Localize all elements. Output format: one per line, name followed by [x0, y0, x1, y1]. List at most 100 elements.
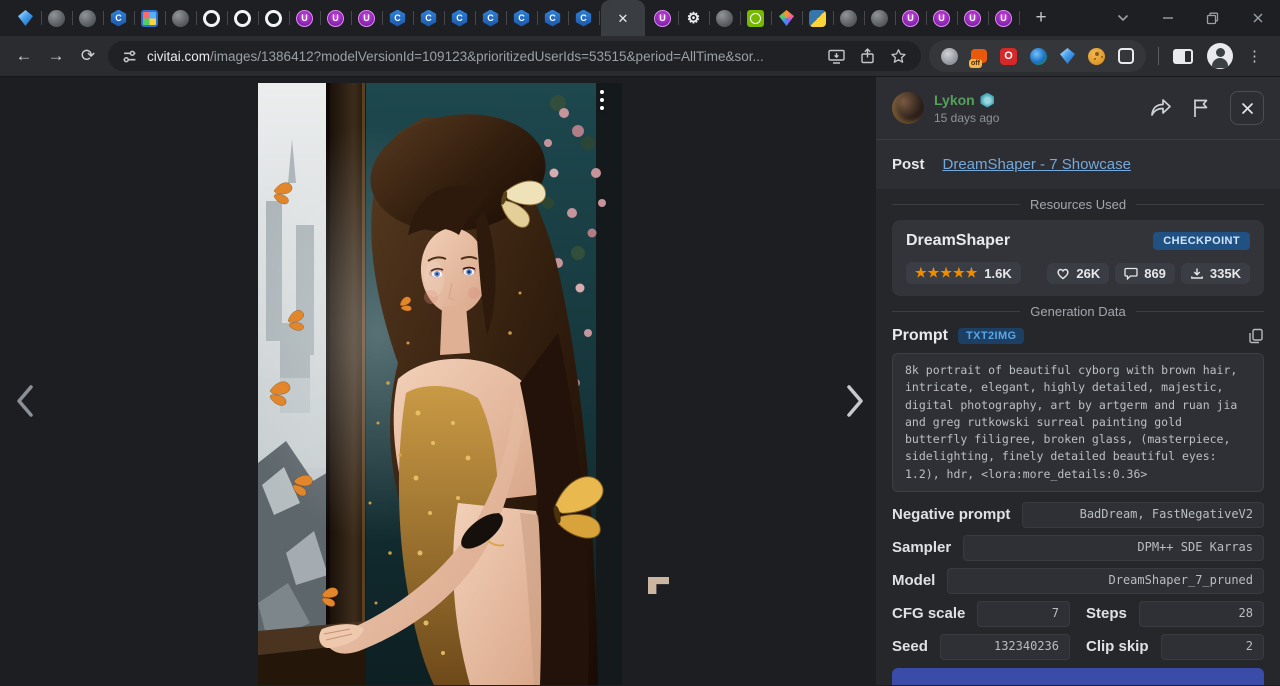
tab-close-icon[interactable]: ✕	[618, 12, 629, 25]
tab-active[interactable]: ✕	[601, 0, 645, 36]
globe-icon	[172, 10, 189, 27]
tab-civitai[interactable]: C	[475, 0, 506, 36]
hearts-pill[interactable]: 26K	[1047, 263, 1109, 284]
pinned-tabs-right: U⚙UUUU	[647, 0, 1019, 36]
author-name[interactable]: Lykon	[934, 92, 975, 110]
post-label: Post	[892, 156, 925, 173]
image-options-menu[interactable]	[593, 87, 611, 113]
maximize-button[interactable]	[1190, 0, 1235, 36]
resource-title[interactable]: DreamShaper	[906, 232, 1010, 250]
side-panel-icon[interactable]	[1173, 49, 1193, 64]
tab-u-badge[interactable]: U	[957, 0, 988, 36]
new-tab-button[interactable]: +	[1027, 4, 1055, 32]
tab-civitai[interactable]: C	[506, 0, 537, 36]
extension-ext-cookie[interactable]	[1088, 48, 1105, 65]
tab-gem-multi[interactable]	[771, 0, 802, 36]
panel-bottom-button[interactable]	[892, 668, 1264, 685]
previous-image-button[interactable]	[10, 381, 40, 421]
tab-search-chevron-icon[interactable]	[1100, 0, 1145, 36]
copy-icon[interactable]	[1248, 328, 1264, 344]
u-badge-icon: U	[358, 10, 375, 27]
tab-globe[interactable]	[41, 0, 72, 36]
tab-gear[interactable]: ⚙	[678, 0, 709, 36]
tab-github[interactable]	[196, 0, 227, 36]
ext-frame-icon	[1118, 48, 1134, 64]
globe-icon	[840, 10, 857, 27]
author-avatar[interactable]	[892, 92, 924, 124]
tab-u-badge[interactable]: U	[289, 0, 320, 36]
heart-icon	[1056, 267, 1070, 280]
page-content: " Lykon 15 days ago	[0, 77, 1280, 685]
post-link[interactable]: DreamShaper - 7 Showcase	[943, 156, 1131, 173]
globe-icon	[48, 10, 65, 27]
profile-avatar[interactable]	[1207, 43, 1233, 69]
close-panel-button[interactable]	[1230, 91, 1264, 125]
store-icon	[141, 10, 158, 27]
globe-icon	[716, 10, 733, 27]
tab-github[interactable]	[258, 0, 289, 36]
cfg-steps-row: CFG scale 7 Steps 28	[892, 601, 1264, 627]
tab-globe[interactable]	[833, 0, 864, 36]
tab-u-badge[interactable]: U	[988, 0, 1019, 36]
civitai-icon: C	[513, 10, 530, 27]
tab-civitai[interactable]: C	[537, 0, 568, 36]
extension-ext-globe[interactable]	[941, 48, 958, 65]
sampler-value: DPM++ SDE Karras	[963, 535, 1264, 561]
image-detail-panel: Lykon 15 days ago Post DreamShaper -	[876, 77, 1280, 685]
tab-u-badge[interactable]: U	[895, 0, 926, 36]
tab-u-badge[interactable]: U	[320, 0, 351, 36]
extension-ext-off[interactable]: off	[971, 49, 987, 63]
prompt-row: Prompt TXT2IMG	[892, 327, 1264, 345]
tab-globe[interactable]	[709, 0, 740, 36]
close-icon	[1241, 102, 1254, 115]
tab-civitai[interactable]: C	[568, 0, 599, 36]
share-page-icon[interactable]	[860, 48, 875, 64]
address-bar[interactable]: civitai.com/images/1386412?modelVersionI…	[108, 41, 921, 71]
tab-globe[interactable]	[864, 0, 895, 36]
resource-card[interactable]: DreamShaper CHECKPOINT ★★★★★ 1.6K 26K	[892, 220, 1264, 296]
rating-pill[interactable]: ★★★★★ 1.6K	[906, 262, 1021, 284]
tab-globe[interactable]	[72, 0, 103, 36]
tab-nvidia[interactable]	[740, 0, 771, 36]
txt2img-badge: TXT2IMG	[958, 328, 1024, 344]
ext-gem-icon	[1060, 48, 1075, 64]
extensions-bar: off O	[929, 40, 1146, 72]
share-icon[interactable]	[1150, 98, 1172, 118]
tab-civitai[interactable]: C	[103, 0, 134, 36]
tab-civitai[interactable]: C	[413, 0, 444, 36]
tab-globe[interactable]	[165, 0, 196, 36]
tab-u-badge[interactable]: U	[647, 0, 678, 36]
tab-civitai[interactable]: C	[382, 0, 413, 36]
tab-github[interactable]	[227, 0, 258, 36]
u-badge-icon: U	[327, 10, 344, 27]
flag-icon[interactable]	[1192, 98, 1210, 118]
site-info-icon[interactable]	[122, 49, 137, 64]
bookmark-star-icon[interactable]	[890, 48, 907, 64]
u-badge-icon: U	[902, 10, 919, 27]
reload-button[interactable]: ⟳	[72, 40, 104, 72]
tab-python[interactable]	[802, 0, 833, 36]
extension-ext-o[interactable]: O	[1000, 48, 1017, 65]
send-to-device-icon[interactable]	[828, 49, 845, 64]
downloads-pill[interactable]: 335K	[1181, 263, 1250, 284]
back-button[interactable]: ←	[8, 40, 40, 72]
next-image-button[interactable]	[840, 381, 870, 421]
forward-button[interactable]: →	[40, 40, 72, 72]
tab-civitai[interactable]: C	[444, 0, 475, 36]
extension-ext-earth[interactable]	[1030, 48, 1047, 65]
window-close-button[interactable]	[1235, 0, 1280, 36]
browser-menu-icon[interactable]: ⋮	[1247, 47, 1262, 65]
minimize-button[interactable]	[1145, 0, 1190, 36]
clip-skip-value: 2	[1161, 634, 1264, 660]
comments-pill[interactable]: 869	[1115, 263, 1175, 284]
tab-u-badge[interactable]: U	[351, 0, 382, 36]
tab-store[interactable]	[134, 0, 165, 36]
prompt-text[interactable]: 8k portrait of beautiful cyborg with bro…	[892, 353, 1264, 492]
ext-globe-icon	[941, 48, 958, 65]
extension-ext-frame[interactable]	[1118, 48, 1134, 64]
post-time: 15 days ago	[934, 111, 999, 126]
tab-gem-blue[interactable]	[10, 0, 41, 36]
tab-u-badge[interactable]: U	[926, 0, 957, 36]
extension-ext-gem[interactable]	[1060, 48, 1075, 64]
github-icon	[234, 10, 251, 27]
